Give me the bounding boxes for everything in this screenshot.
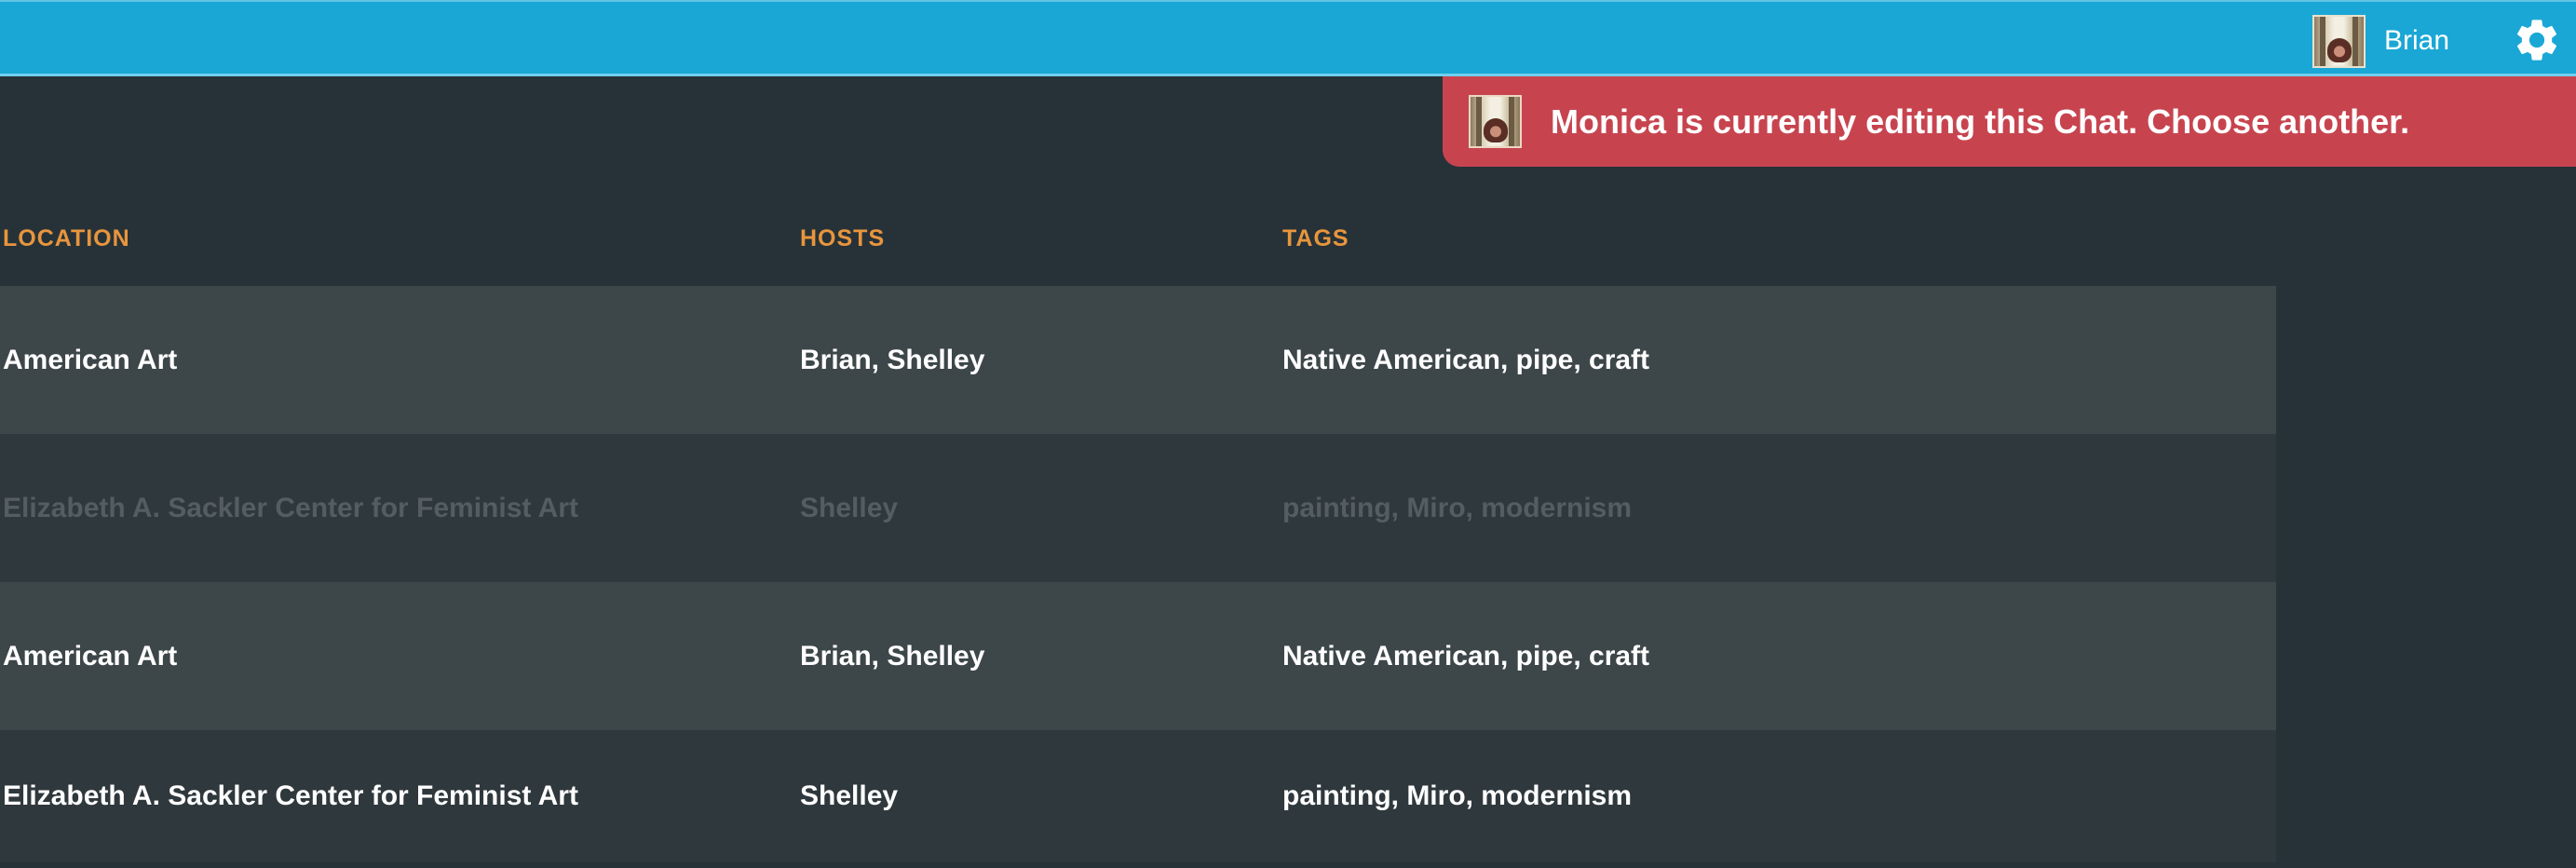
hosts-cell: Brian, Shelley <box>800 344 985 375</box>
alert-message: Monica is currently editing this Chat. C… <box>1551 102 2410 141</box>
hosts-cell: Shelley <box>800 780 899 811</box>
user-avatar <box>2312 14 2366 68</box>
hosts-cell: Brian, Shelley <box>800 640 985 671</box>
gear-icon[interactable] <box>2512 15 2562 65</box>
tags-cell: painting, Miro, modernism <box>1282 780 1633 811</box>
location-cell: Elizabeth A. Sackler Center for Feminist… <box>3 492 578 523</box>
table-row[interactable]: Elizabeth A. Sackler Center for Feminist… <box>0 730 2276 862</box>
location-cell: Elizabeth A. Sackler Center for Feminist… <box>3 780 578 811</box>
location-cell: American Art <box>3 344 178 375</box>
table-row[interactable]: American Art Brian, Shelley Native Ameri… <box>0 286 2276 434</box>
top-bar: Brian <box>0 0 2576 76</box>
user-menu[interactable]: Brian <box>2312 14 2450 68</box>
chat-table: LOCATION HOSTS TAGS American Art Brian, … <box>0 194 2276 862</box>
editing-alert: Monica is currently editing this Chat. C… <box>1443 76 2576 167</box>
column-header-hosts: HOSTS <box>800 225 886 251</box>
column-header-tags: TAGS <box>1282 225 1349 251</box>
editor-avatar <box>1469 95 1522 148</box>
table-header: LOCATION HOSTS TAGS <box>0 194 2276 286</box>
hosts-cell: Shelley <box>800 492 899 523</box>
tags-cell: painting, Miro, modernism <box>1282 492 1633 523</box>
location-cell: American Art <box>3 640 178 671</box>
column-header-location: LOCATION <box>3 225 130 251</box>
user-name: Brian <box>2384 25 2450 56</box>
table-row-disabled: Elizabeth A. Sackler Center for Feminist… <box>0 434 2276 582</box>
table-row[interactable]: American Art Brian, Shelley Native Ameri… <box>0 582 2276 730</box>
tags-cell: Native American, pipe, craft <box>1282 344 1650 375</box>
tags-cell: Native American, pipe, craft <box>1282 640 1650 671</box>
